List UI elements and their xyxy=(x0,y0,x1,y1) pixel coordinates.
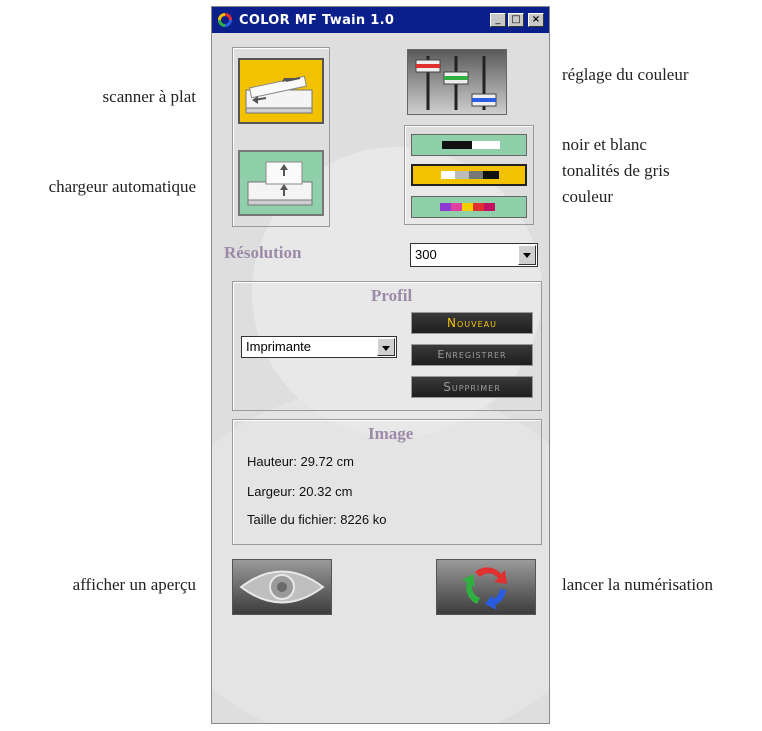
sliders-icon xyxy=(415,56,497,110)
adf-button[interactable] xyxy=(238,150,324,216)
resolution-value: 300 xyxy=(415,247,437,262)
close-button[interactable]: × xyxy=(528,13,544,27)
callout-bw: noir et blanc xyxy=(562,135,647,154)
callout-color-adjust: réglage du couleur xyxy=(562,65,689,84)
image-info-panel: Image Hauteur: 29.72 cm Largeur: 20.32 c… xyxy=(232,419,542,545)
color-mode-button[interactable] xyxy=(411,196,527,218)
callout-preview: afficher un aperçu xyxy=(72,575,196,594)
image-filesize: Taille du fichier: 8226 ko xyxy=(247,512,387,527)
image-heading: Image xyxy=(368,424,414,443)
preview-button[interactable] xyxy=(232,559,332,615)
scan-button[interactable] xyxy=(436,559,536,615)
color-adjust-button[interactable] xyxy=(407,49,507,115)
profile-select[interactable]: Imprimante xyxy=(241,336,397,358)
eye-icon xyxy=(239,570,325,604)
minimize-button[interactable]: _ xyxy=(490,13,506,27)
window-title: COLOR MF Twain 1.0 xyxy=(239,12,395,28)
image-height: Hauteur: 29.72 cm xyxy=(247,454,354,469)
grayscale-mode-button[interactable] xyxy=(411,164,527,186)
callout-color: couleur xyxy=(562,187,613,206)
image-width: Largeur: 20.32 cm xyxy=(247,484,353,499)
profile-value: Imprimante xyxy=(246,339,312,354)
source-panel xyxy=(232,47,330,227)
app-icon xyxy=(218,13,232,27)
new-profile-button[interactable]: Nouveau xyxy=(411,312,533,334)
delete-profile-button[interactable]: Supprimer xyxy=(411,376,533,398)
profile-panel: Profil Imprimante Nouveau Enregistrer Su… xyxy=(232,281,542,411)
chevron-down-icon[interactable] xyxy=(377,338,395,356)
chevron-down-icon[interactable] xyxy=(518,245,536,265)
resolution-select[interactable]: 300 xyxy=(410,243,538,267)
save-profile-button[interactable]: Enregistrer xyxy=(411,344,533,366)
callout-flatbed: scanner à plat xyxy=(102,87,196,106)
callout-scan: lancer la numérisation xyxy=(562,575,714,594)
refresh-arrows-icon xyxy=(462,567,507,610)
title-bar[interactable]: COLOR MF Twain 1.0 _ □ × xyxy=(212,7,549,33)
flatbed-button[interactable] xyxy=(238,58,324,124)
maximize-button[interactable]: □ xyxy=(508,13,524,27)
resolution-label: Résolution xyxy=(224,243,302,262)
callout-adf: chargeur automatique xyxy=(48,177,196,196)
flatbed-scanner-icon xyxy=(245,75,313,114)
bw-mode-button[interactable] xyxy=(411,134,527,156)
callout-grayscale: tonalités de gris xyxy=(562,161,670,180)
color-mode-panel xyxy=(404,125,534,225)
adf-scanner-icon xyxy=(247,161,313,206)
profile-heading: Profil xyxy=(371,286,413,305)
twain-window: COLOR MF Twain 1.0 _ □ × Résolution 300 … xyxy=(211,6,550,724)
